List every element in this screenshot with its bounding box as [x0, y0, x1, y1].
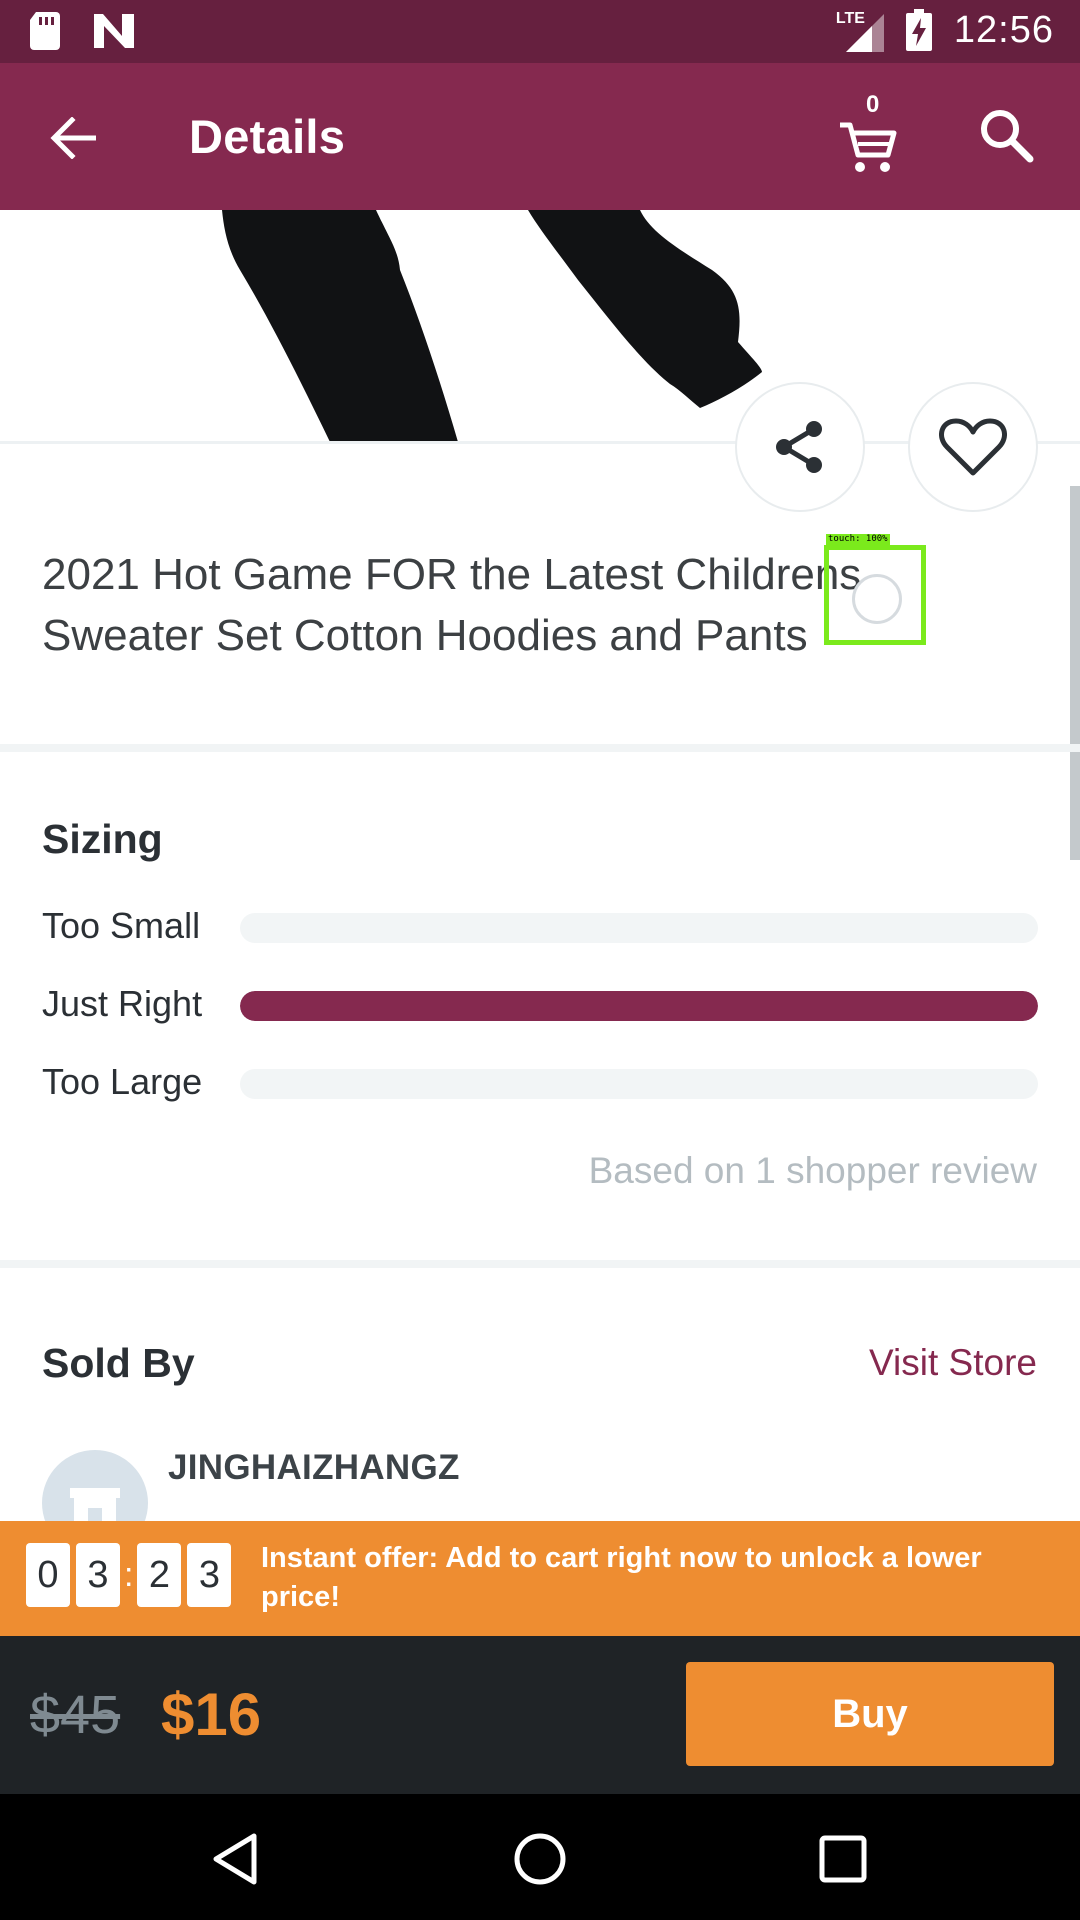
back-arrow-icon	[50, 117, 96, 159]
nav-recents-button[interactable]	[808, 1824, 878, 1894]
sizing-label: Just Right	[42, 983, 203, 1024]
sizing-label: Too Small	[42, 905, 201, 946]
search-icon	[981, 110, 1034, 163]
touch-debug-label: touch: 100%	[826, 534, 890, 545]
heart-icon	[939, 418, 1007, 476]
timer-separator: :	[124, 1555, 134, 1594]
cart-button[interactable]: 0	[838, 91, 904, 177]
nav-home-icon	[514, 1833, 566, 1885]
cart-icon	[840, 122, 897, 172]
sizing-bar-fill	[240, 991, 1038, 1021]
favorite-button[interactable]	[908, 382, 1038, 512]
nav-recents-icon	[819, 1835, 867, 1883]
original-price: $45	[30, 1685, 121, 1745]
timer-digit: 0	[26, 1543, 70, 1607]
share-button[interactable]	[735, 382, 865, 512]
nav-back-button[interactable]	[200, 1824, 270, 1894]
section-divider	[0, 1260, 1080, 1268]
timer-digit: 3	[187, 1543, 232, 1607]
signal-icon: LTE	[836, 8, 884, 52]
page-title: Details	[189, 110, 346, 163]
sizing-bar	[240, 991, 1038, 1021]
timer-digit: 2	[137, 1543, 182, 1607]
sizing-row-too-large: Too Large	[42, 1061, 1038, 1102]
clock: 12:56	[953, 8, 1054, 51]
instant-offer-banner[interactable]: 0 3 : 2 3 Instant offer: Add to cart rig…	[0, 1521, 1080, 1636]
sizing-review-note: Based on 1 shopper review	[588, 1150, 1037, 1191]
share-icon	[776, 421, 822, 473]
sizing-row-just-right: Just Right	[42, 983, 1038, 1024]
timer-digit: 3	[76, 1543, 120, 1607]
product-photo-pants	[222, 210, 762, 442]
purchase-bar: $45 $16 Buy	[0, 1636, 1080, 1794]
app-bar: Details 0	[0, 63, 1080, 210]
section-divider	[0, 744, 1080, 752]
countdown-timer: 0 3 : 2 3	[26, 1543, 237, 1607]
sizing-bar	[240, 913, 1038, 943]
sold-by-heading: Sold By	[42, 1340, 195, 1386]
sd-card-icon	[30, 12, 60, 50]
touch-indicator	[852, 574, 902, 624]
nav-back-icon	[213, 1833, 257, 1885]
n-notification-icon	[94, 14, 134, 48]
scrollbar[interactable]	[1070, 486, 1080, 860]
store-name[interactable]: JINGHAIZHANGZ	[168, 1448, 460, 1488]
search-button[interactable]	[978, 107, 1038, 167]
sizing-label: Too Large	[42, 1061, 203, 1102]
product-image[interactable]	[0, 210, 1080, 442]
buy-button[interactable]: Buy	[686, 1662, 1054, 1766]
status-bar: LTE 12:56	[0, 0, 1080, 63]
battery-charging-icon	[905, 9, 932, 51]
visit-store-link[interactable]: Visit Store	[869, 1342, 1037, 1384]
offer-text: Instant offer: Add to cart right now to …	[261, 1542, 982, 1613]
system-nav-bar	[0, 1794, 1080, 1920]
sale-price: $16	[161, 1681, 262, 1748]
sizing-heading: Sizing	[42, 816, 163, 862]
sizing-row-too-small: Too Small	[42, 905, 1038, 946]
sizing-bar	[240, 1069, 1038, 1099]
nav-home-button[interactable]	[505, 1824, 575, 1894]
back-button[interactable]	[40, 107, 106, 169]
